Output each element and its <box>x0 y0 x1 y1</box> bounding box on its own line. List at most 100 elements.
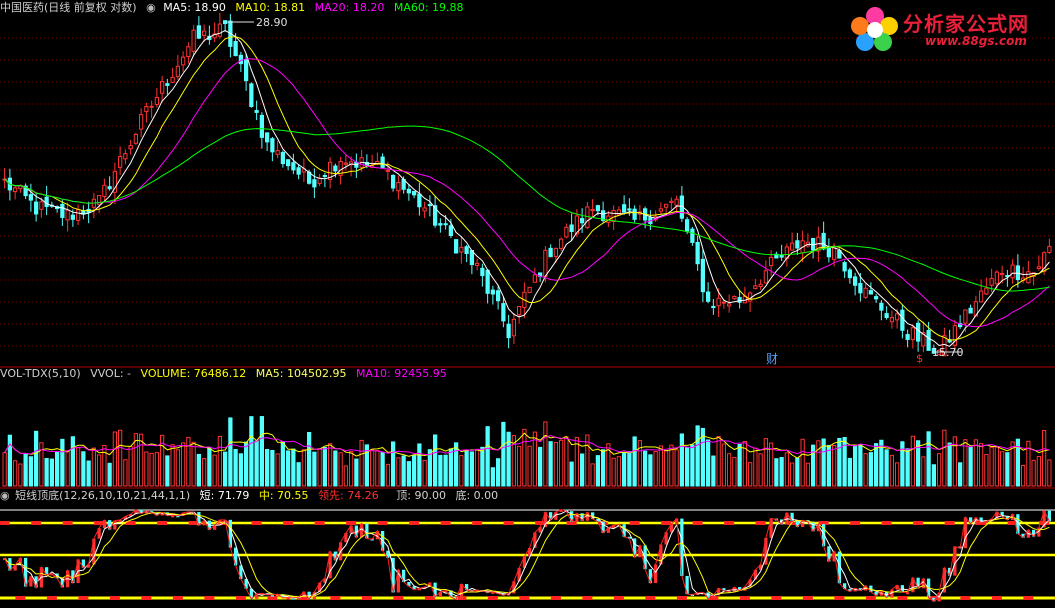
volume-bar[interactable] <box>774 458 779 487</box>
candle[interactable] <box>2 168 7 189</box>
candle[interactable] <box>144 102 149 123</box>
volume-bar[interactable] <box>543 421 548 487</box>
volume-bar[interactable] <box>758 453 763 487</box>
volume-bar[interactable] <box>33 430 39 487</box>
volume-bar[interactable] <box>847 457 853 487</box>
volume-bar[interactable] <box>322 447 328 487</box>
volume-bar[interactable] <box>936 453 942 487</box>
candle[interactable] <box>847 267 853 284</box>
candle[interactable] <box>873 293 879 303</box>
volume-bar[interactable] <box>558 439 564 487</box>
candle[interactable] <box>81 205 86 220</box>
volume-bar[interactable] <box>296 462 301 487</box>
volume-bar[interactable] <box>684 446 690 487</box>
candle[interactable] <box>96 194 102 214</box>
chart-canvas[interactable] <box>0 0 1055 608</box>
volume-bar[interactable] <box>312 451 317 487</box>
volume-bar[interactable] <box>527 445 532 487</box>
volume-bar[interactable] <box>516 445 522 487</box>
candle[interactable] <box>217 12 223 39</box>
candle[interactable] <box>165 78 170 95</box>
candle[interactable] <box>564 223 569 239</box>
candle[interactable] <box>516 306 522 324</box>
volume-bar[interactable] <box>28 456 34 487</box>
candle[interactable] <box>380 153 385 170</box>
volume-bar[interactable] <box>396 457 401 487</box>
candle[interactable] <box>690 226 695 246</box>
volume-bar[interactable] <box>369 449 375 487</box>
candle[interactable] <box>133 132 139 145</box>
candle[interactable] <box>663 203 669 215</box>
volume-bar[interactable] <box>54 451 60 487</box>
volume-bar[interactable] <box>900 441 905 487</box>
candle[interactable] <box>968 304 973 314</box>
candle[interactable] <box>191 25 196 57</box>
volume-bar[interactable] <box>149 452 154 487</box>
candle[interactable] <box>60 200 65 226</box>
candle[interactable] <box>254 100 259 121</box>
volume-bar[interactable] <box>380 452 385 487</box>
indicator-panel[interactable] <box>0 508 1055 603</box>
candle[interactable] <box>75 204 81 226</box>
volume-bar[interactable] <box>837 437 842 487</box>
volume-bar[interactable] <box>968 446 973 487</box>
volume-bar[interactable] <box>469 451 475 487</box>
candle[interactable] <box>726 294 732 313</box>
candle[interactable] <box>23 183 28 200</box>
candle[interactable] <box>453 239 459 254</box>
volume-bar[interactable] <box>910 435 916 487</box>
candle[interactable] <box>721 300 727 309</box>
volume-bar[interactable] <box>44 458 49 487</box>
volume-bar[interactable] <box>170 444 175 487</box>
candle[interactable] <box>879 299 884 321</box>
candle[interactable] <box>915 320 921 352</box>
candle[interactable] <box>285 159 291 171</box>
candle[interactable] <box>28 183 34 212</box>
candle[interactable] <box>485 268 490 304</box>
dividend-marker[interactable]: $ <box>916 352 923 365</box>
candle[interactable] <box>758 279 763 290</box>
candle[interactable] <box>632 205 637 223</box>
candle[interactable] <box>128 139 133 155</box>
volume-bar[interactable] <box>49 458 55 487</box>
candle[interactable] <box>201 24 207 42</box>
volume-bar[interactable] <box>789 462 795 487</box>
volume-bar[interactable] <box>485 426 490 487</box>
candle[interactable] <box>149 100 154 118</box>
volume-bar[interactable] <box>333 450 338 487</box>
volume-bar[interactable] <box>306 431 312 487</box>
candle[interactable] <box>107 176 112 191</box>
dropdown-icon[interactable]: ◉ <box>146 1 156 14</box>
volume-bar[interactable] <box>989 446 994 487</box>
candle[interactable] <box>249 82 254 108</box>
volume-bar[interactable] <box>480 446 485 487</box>
volume-bar[interactable] <box>291 448 296 487</box>
volume-bar[interactable] <box>690 444 695 487</box>
candle[interactable] <box>537 272 543 282</box>
volume-bar[interactable] <box>201 458 207 487</box>
volume-bar[interactable] <box>642 450 648 487</box>
volume-bar[interactable] <box>112 431 118 487</box>
volume-bar[interactable] <box>7 434 13 487</box>
candle[interactable] <box>590 199 595 217</box>
candle[interactable] <box>354 153 359 178</box>
candle[interactable] <box>343 154 349 171</box>
candle[interactable] <box>621 195 627 215</box>
finance-marker[interactable]: 财 <box>766 350 778 367</box>
volume-bar[interactable] <box>1020 464 1026 487</box>
volume-bar[interactable] <box>343 465 349 487</box>
candle[interactable] <box>921 321 926 353</box>
volume-bar[interactable] <box>222 451 228 487</box>
volume-bar[interactable] <box>674 449 679 487</box>
candle[interactable] <box>417 182 422 216</box>
volume-bar[interactable] <box>884 449 889 487</box>
volume-bar[interactable] <box>868 452 874 487</box>
candle[interactable] <box>711 298 716 315</box>
volume-bar[interactable] <box>128 445 133 487</box>
volume-bar[interactable] <box>107 462 112 487</box>
volume-bar[interactable] <box>96 454 102 487</box>
volume-bar[interactable] <box>873 443 879 487</box>
volume-bar[interactable] <box>165 455 170 487</box>
volume-bar[interactable] <box>317 448 322 487</box>
volume-bar[interactable] <box>459 455 464 487</box>
